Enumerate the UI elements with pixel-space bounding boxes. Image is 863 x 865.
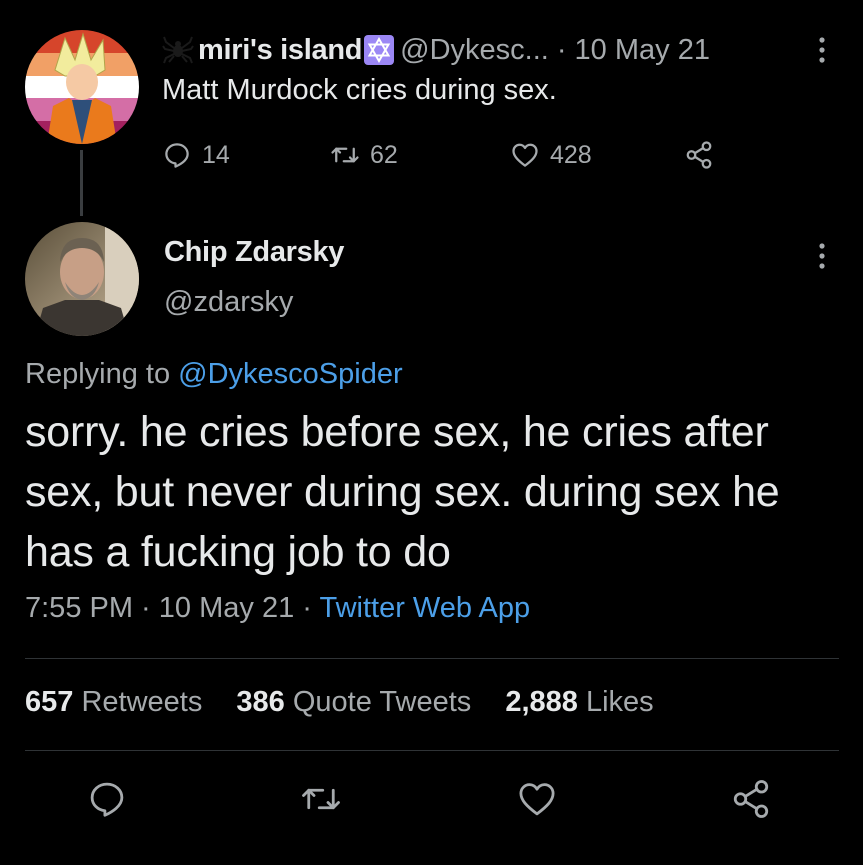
tweet-source-link[interactable]: Twitter Web App bbox=[319, 592, 530, 624]
main-author-handle[interactable]: @zdarsky bbox=[164, 286, 293, 319]
meta-separator: · bbox=[294, 592, 320, 624]
share-icon bbox=[686, 141, 712, 169]
divider bbox=[25, 658, 839, 659]
quote-tweets-count: 386 bbox=[236, 686, 285, 718]
retweets-stat[interactable]: 657 Retweets bbox=[25, 686, 202, 718]
tweet-meta: 7:55 PM · 10 May 21 · Twitter Web App bbox=[25, 592, 530, 625]
more-vertical-icon[interactable] bbox=[818, 36, 826, 64]
likes-stat[interactable]: 2,888 Likes bbox=[505, 686, 653, 718]
main-tweet-text: sorry. he cries before sex, he cries aft… bbox=[25, 408, 780, 576]
parent-author-handle[interactable]: @Dykesc... bbox=[400, 34, 549, 67]
parent-tweet-header: miri's island @Dykesc... · 10 May 21 bbox=[162, 28, 710, 72]
heart-icon bbox=[512, 143, 538, 167]
heart-icon bbox=[519, 783, 555, 816]
parent-retweet-button[interactable]: 62 bbox=[330, 134, 398, 176]
share-button[interactable] bbox=[730, 778, 778, 826]
parent-reply-button[interactable]: 14 bbox=[162, 134, 230, 176]
retweets-label: Retweets bbox=[81, 686, 203, 718]
retweet-icon bbox=[302, 788, 340, 810]
parent-share-button[interactable] bbox=[684, 134, 724, 176]
likes-label: Likes bbox=[585, 686, 654, 718]
main-author-avatar[interactable] bbox=[25, 222, 139, 336]
more-vertical-icon[interactable] bbox=[818, 242, 826, 270]
retweets-count: 657 bbox=[25, 686, 74, 718]
replying-to-mention[interactable]: @DykescoSpider bbox=[178, 358, 402, 390]
divider bbox=[25, 750, 839, 751]
likes-count: 2,888 bbox=[505, 686, 578, 718]
quote-tweets-stat[interactable]: 386 Quote Tweets bbox=[236, 686, 471, 718]
like-button[interactable] bbox=[516, 778, 564, 826]
spider-icon bbox=[162, 36, 194, 64]
parent-like-button[interactable]: 428 bbox=[510, 134, 592, 176]
star-of-david-icon bbox=[364, 35, 395, 65]
header-separator: · bbox=[556, 33, 567, 66]
tweet-action-bar bbox=[0, 778, 863, 832]
parent-author-name[interactable]: miri's island bbox=[198, 34, 362, 67]
quote-tweets-label: Quote Tweets bbox=[292, 686, 472, 718]
parent-tweet-date[interactable]: 10 May 21 bbox=[575, 34, 710, 67]
replying-prefix: Replying to bbox=[25, 358, 179, 390]
parent-like-count: 428 bbox=[550, 140, 592, 169]
parent-tweet-text: Matt Murdock cries during sex. bbox=[162, 74, 557, 106]
parent-retweet-count: 62 bbox=[370, 140, 398, 169]
reply-icon bbox=[90, 782, 124, 817]
share-icon bbox=[733, 780, 769, 818]
thread-connector-line bbox=[80, 150, 83, 216]
tweet-stats: 657 Retweets 386 Quote Tweets 2,888 Like… bbox=[25, 686, 680, 719]
retweet-button[interactable] bbox=[300, 778, 348, 826]
parent-author-avatar[interactable] bbox=[25, 30, 139, 144]
tweet-date[interactable]: 10 May 21 bbox=[159, 592, 294, 624]
parent-tweet-actions: 14 62 428 bbox=[162, 134, 742, 176]
tweet-time[interactable]: 7:55 PM bbox=[25, 592, 133, 624]
reply-icon bbox=[165, 143, 189, 168]
meta-separator: · bbox=[133, 592, 159, 624]
parent-reply-count: 14 bbox=[202, 140, 230, 169]
reply-button[interactable] bbox=[86, 778, 134, 826]
replying-to-line: Replying to @DykescoSpider bbox=[25, 358, 403, 391]
main-author-name[interactable]: Chip Zdarsky bbox=[164, 236, 344, 269]
retweet-icon bbox=[331, 147, 359, 163]
